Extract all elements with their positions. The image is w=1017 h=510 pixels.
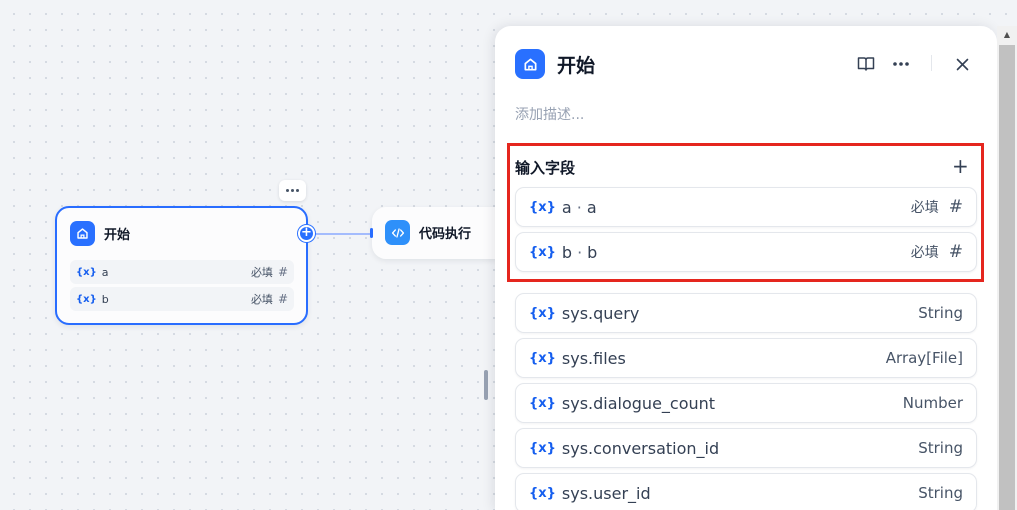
input-fields-title: 输入字段 xyxy=(515,159,576,177)
variable-icon: {x} xyxy=(76,293,97,305)
variable-icon: {x} xyxy=(529,395,556,411)
number-type-icon: # xyxy=(277,265,288,279)
number-type-icon: # xyxy=(948,242,963,262)
edge-connector xyxy=(314,233,370,235)
variable-icon: {x} xyxy=(529,244,556,260)
node-variable-row: {x} a 必填 # xyxy=(70,260,294,284)
input-handle[interactable] xyxy=(370,228,373,238)
variable-icon: {x} xyxy=(76,266,97,278)
code-icon xyxy=(385,220,410,245)
system-variable-name: sys.conversation_id xyxy=(561,438,720,458)
number-type-icon: # xyxy=(277,292,288,306)
variable-icon: {x} xyxy=(529,305,556,321)
add-next-node-button[interactable]: + xyxy=(298,225,315,242)
system-variable-row: {x} sys.dialogue_count Number xyxy=(515,383,977,423)
system-variable-row: {x} sys.query String xyxy=(515,293,977,333)
start-node[interactable]: 开始 {x} a 必填 # {x} b 必填 # xyxy=(55,206,308,325)
system-variable-row: {x} sys.user_id String xyxy=(515,473,977,510)
variable-icon: {x} xyxy=(529,199,556,215)
system-variable-row: {x} sys.files Array[File] xyxy=(515,338,977,378)
system-variable-row: {x} sys.conversation_id String xyxy=(515,428,977,468)
separator: · xyxy=(577,242,583,262)
number-type-icon: # xyxy=(948,197,963,217)
toolbar-divider xyxy=(931,55,932,71)
description-input[interactable]: 添加描述... xyxy=(515,104,584,124)
more-icon[interactable] xyxy=(890,53,912,75)
system-variable-type: Number xyxy=(902,394,963,412)
input-field-name: b xyxy=(561,242,573,262)
start-node-title: 开始 xyxy=(104,228,131,243)
input-field-row[interactable]: {x} b · b 必填 # xyxy=(515,232,977,272)
node-variable-row: {x} b 必填 # xyxy=(70,287,294,311)
system-variable-name: sys.query xyxy=(561,303,640,323)
node-more-button[interactable] xyxy=(279,180,306,201)
node-variable-required: 必填 xyxy=(250,266,273,279)
node-variable-name: a xyxy=(101,265,109,279)
input-field-required: 必填 xyxy=(910,245,939,261)
variable-icon: {x} xyxy=(529,485,556,501)
add-input-field-button[interactable]: + xyxy=(952,156,969,176)
node-variable-required: 必填 xyxy=(250,293,273,306)
scroll-up-arrow-icon[interactable]: ▲ xyxy=(997,26,1017,43)
system-variable-name: sys.user_id xyxy=(561,483,651,503)
book-icon[interactable] xyxy=(855,53,877,75)
panel-resize-handle[interactable] xyxy=(484,370,488,400)
input-field-label: a xyxy=(586,197,597,217)
input-field-row[interactable]: {x} a · a 必填 # xyxy=(515,187,977,227)
input-field-name: a xyxy=(561,197,572,217)
code-node[interactable]: 代码执行 xyxy=(370,207,512,259)
system-variable-name: sys.dialogue_count xyxy=(561,393,716,413)
variable-icon: {x} xyxy=(529,350,556,366)
system-variable-type: String xyxy=(918,484,963,502)
input-field-required: 必填 xyxy=(910,200,939,216)
home-icon xyxy=(70,221,95,246)
node-settings-panel: 开始 添加描述... 输入字段 + {x} a · a 必填 # {x} b ·… xyxy=(495,26,997,510)
separator: · xyxy=(576,197,582,217)
home-icon xyxy=(515,49,545,79)
variable-icon: {x} xyxy=(529,440,556,456)
code-node-title: 代码执行 xyxy=(419,227,472,242)
system-variable-type: Array[File] xyxy=(885,349,963,367)
input-field-label: b xyxy=(587,242,598,262)
system-variable-name: sys.files xyxy=(561,348,626,368)
close-icon[interactable] xyxy=(951,53,973,75)
system-variable-type: String xyxy=(918,439,963,457)
system-variable-type: String xyxy=(918,304,963,322)
scrollbar[interactable]: ▲ xyxy=(997,26,1017,510)
panel-title[interactable]: 开始 xyxy=(557,51,595,78)
node-variable-name: b xyxy=(101,292,109,306)
scrollbar-thumb[interactable] xyxy=(999,45,1015,510)
